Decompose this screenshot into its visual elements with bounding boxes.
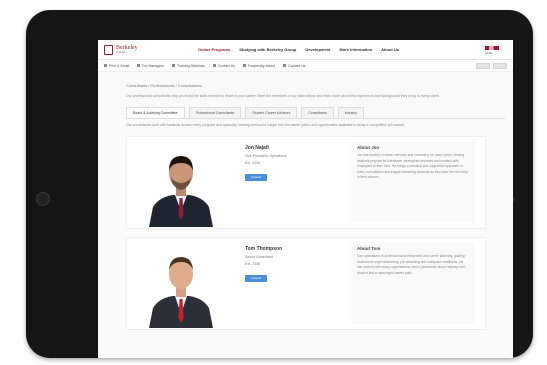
search-button[interactable] — [493, 62, 507, 69]
profile-phone: Ext. 1234 — [245, 161, 260, 165]
top-navigation: Berkeley College Online Programs Studyin… — [98, 40, 513, 60]
tab-professional[interactable]: Professional Consultants — [188, 107, 242, 118]
toolbar-item-training[interactable]: Training Materials — [172, 64, 205, 68]
tab-description: Our consultants work with students acros… — [126, 123, 406, 127]
login-button[interactable] — [476, 62, 490, 69]
website-screen: Berkeley College Online Programs Studyin… — [98, 40, 513, 358]
person-photo-icon — [149, 156, 213, 227]
tab-board[interactable]: Board & Advising Committee — [126, 107, 185, 118]
print-icon — [104, 64, 107, 67]
toolbar-actions — [476, 62, 507, 69]
give-badge[interactable]: GIVE — [485, 45, 507, 55]
profile-photo — [145, 242, 217, 328]
logo-text: Berkeley College — [116, 45, 138, 54]
toolbar-item-contact[interactable]: Contact Us — [212, 64, 235, 68]
profile-name: Jon Najafi — [245, 145, 269, 151]
users-icon — [137, 64, 141, 67]
toolbar-item-print[interactable]: Print & Email — [104, 64, 129, 68]
secondary-toolbar: Print & Email For Managers Training Mate… — [98, 60, 513, 72]
question-icon — [243, 64, 247, 67]
toolbar-item-managers[interactable]: For Managers — [137, 64, 164, 68]
main-menu: Online Programs Studying with Berkeley G… — [198, 47, 399, 52]
about-panel: About Jon Jon has worked in career servi… — [351, 141, 475, 223]
phone-icon — [283, 64, 287, 67]
intro-text: Our professional consultants help you bu… — [126, 94, 440, 98]
badge-stripes-icon — [485, 46, 499, 50]
menu-item-about[interactable]: About Us — [381, 47, 399, 52]
person-photo-icon — [149, 257, 213, 328]
logo-subtitle: College — [116, 50, 126, 54]
menu-item-studying[interactable]: Studying with Berkeley Group — [239, 47, 296, 52]
profile-info: Jon Najafi Vice President, Operations Ex… — [245, 145, 337, 183]
tab-consultants[interactable]: Consultants — [301, 107, 334, 118]
tab-bar: Board & Advising Committee Professional … — [126, 107, 505, 119]
profile-phone: Ext. 2345 — [245, 262, 260, 266]
toolbar-item-contact-2[interactable]: Contact Us — [283, 64, 305, 68]
menu-item-development[interactable]: Development — [305, 47, 330, 52]
menu-item-online-programs[interactable]: Online Programs — [198, 47, 230, 52]
tab-industry[interactable]: Industry — [337, 107, 365, 118]
mail-icon — [212, 64, 216, 67]
tablet-device: Berkeley College Online Programs Studyin… — [26, 10, 533, 358]
about-text: Jon has worked in career services and co… — [357, 153, 468, 179]
book-icon — [172, 64, 176, 67]
toolbar-item-faq[interactable]: Frequently Asked — [243, 64, 275, 68]
about-title: About Tom — [357, 246, 381, 251]
badge-label: GIVE — [485, 51, 493, 55]
profile-role: Vice President, Operations — [245, 154, 287, 158]
profile-role: Senior Consultant — [245, 255, 273, 259]
profile-card: Jon Najafi Vice President, Operations Ex… — [126, 136, 486, 229]
profile-info: Tom Thompson Senior Consultant Ext. 2345… — [245, 246, 337, 284]
breadcrumb[interactable]: Consultants / Professionals / Consultati… — [126, 83, 505, 88]
contact-button[interactable]: Contact — [245, 174, 267, 181]
profile-card: Tom Thompson Senior Consultant Ext. 2345… — [126, 237, 486, 330]
home-button[interactable] — [36, 192, 50, 206]
profile-photo — [145, 141, 217, 227]
main-content: Consultants / Professionals / Consultati… — [98, 72, 513, 330]
about-panel: About Tom Tom specializes in professiona… — [351, 242, 475, 324]
shield-icon — [104, 44, 113, 55]
profile-name: Tom Thompson — [245, 246, 283, 252]
site-logo[interactable]: Berkeley College — [104, 44, 174, 55]
about-title: About Jon — [357, 145, 380, 150]
contact-button[interactable]: Contact — [245, 275, 267, 282]
menu-item-more-info[interactable]: More Information — [339, 47, 372, 52]
tab-student-advisors[interactable]: Student Career Advisors — [245, 107, 298, 118]
about-text: Tom specializes in professional developm… — [357, 254, 466, 275]
